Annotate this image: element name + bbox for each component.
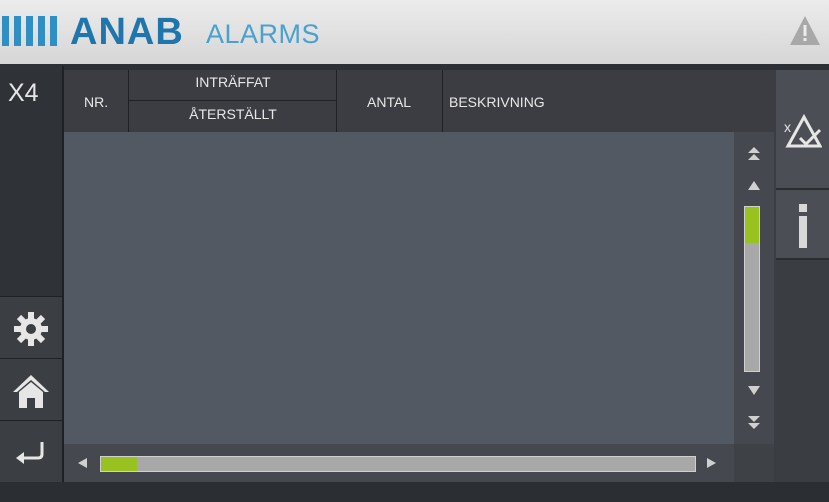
column-occurred-label: INTRÄFFAT bbox=[195, 74, 271, 90]
horizontal-scroll-thumb[interactable] bbox=[101, 457, 137, 471]
right-panel: x bbox=[776, 70, 829, 482]
column-count[interactable]: ANTAL bbox=[336, 70, 442, 132]
vertical-scrollbar[interactable] bbox=[734, 132, 774, 444]
gear-icon bbox=[14, 312, 48, 346]
footer-bar bbox=[0, 482, 829, 502]
back-button[interactable] bbox=[0, 420, 62, 483]
horizontal-scroll-track[interactable] bbox=[100, 456, 696, 472]
brand-name: ANAB bbox=[70, 11, 184, 53]
logo-bars bbox=[2, 16, 70, 46]
settings-button[interactable] bbox=[0, 296, 62, 359]
x4-label: X4 bbox=[8, 79, 39, 107]
warning-triangle-icon[interactable] bbox=[788, 14, 822, 48]
column-time[interactable]: INTRÄFFAT ÅTERSTÄLLT bbox=[128, 70, 337, 132]
scroll-top-icon[interactable] bbox=[746, 146, 762, 162]
column-description[interactable]: BESKRIVNING bbox=[442, 70, 774, 132]
acknowledge-alarms-icon: x bbox=[784, 114, 822, 148]
acknowledge-button[interactable]: x bbox=[776, 70, 829, 190]
scroll-bottom-icon[interactable] bbox=[746, 414, 762, 430]
info-icon bbox=[799, 204, 807, 248]
back-arrow-icon bbox=[16, 442, 44, 464]
column-reset-label: ÅTERSTÄLLT bbox=[189, 106, 277, 122]
table-header: NR. INTRÄFFAT ÅTERSTÄLLT ANTAL BESKRIVNI… bbox=[64, 70, 774, 132]
column-description-label: BESKRIVNING bbox=[449, 94, 545, 110]
scroll-left-icon[interactable] bbox=[76, 456, 90, 470]
column-nr[interactable]: NR. bbox=[64, 70, 128, 132]
vertical-scroll-thumb[interactable] bbox=[745, 207, 759, 243]
column-nr-label: NR. bbox=[84, 94, 109, 110]
info-button[interactable] bbox=[776, 190, 829, 260]
column-time-divider bbox=[129, 100, 337, 101]
header-bar: ANAB ALARMS bbox=[0, 0, 829, 64]
scroll-down-icon[interactable] bbox=[746, 382, 762, 398]
alarm-list[interactable] bbox=[64, 132, 734, 444]
vertical-scroll-track[interactable] bbox=[744, 206, 760, 372]
scroll-up-icon[interactable] bbox=[746, 178, 762, 194]
scroll-right-icon[interactable] bbox=[704, 456, 718, 470]
svg-text:x: x bbox=[784, 119, 791, 135]
page-title: ALARMS bbox=[206, 19, 321, 49]
home-button[interactable] bbox=[0, 358, 62, 421]
scroll-corner bbox=[734, 444, 774, 482]
column-count-label: ANTAL bbox=[367, 94, 412, 110]
horizontal-scrollbar[interactable] bbox=[64, 444, 734, 482]
home-icon bbox=[13, 375, 49, 408]
